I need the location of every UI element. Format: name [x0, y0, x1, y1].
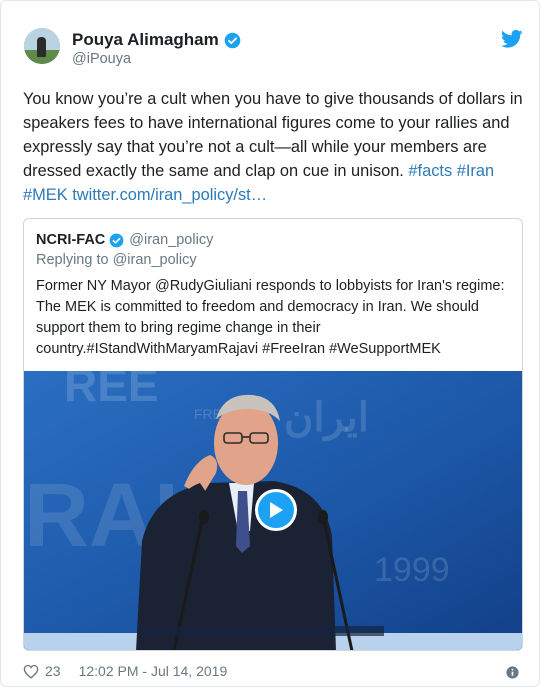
avatar-person — [37, 37, 46, 57]
replying-handle[interactable]: @iran_policy — [113, 252, 197, 268]
play-button[interactable] — [255, 489, 297, 531]
twitter-bird-icon[interactable] — [501, 29, 523, 49]
quote-header: NCRI-FAC @iran_policy — [36, 232, 213, 248]
author-name-row[interactable]: Pouya Alimagham — [72, 30, 241, 50]
verified-badge-icon — [224, 32, 241, 48]
hashtag-iran[interactable]: #Iran — [457, 162, 494, 180]
video-thumbnail[interactable]: REE ايران RAI 1999 FREE — [24, 371, 522, 650]
hashtag-facts[interactable]: #facts — [408, 162, 452, 180]
timestamp[interactable]: 12:02 PM - Jul 14, 2019 — [79, 663, 228, 679]
quoted-tweet[interactable]: NCRI-FAC @iran_policy Replying to @iran_… — [23, 218, 523, 651]
heart-icon[interactable] — [23, 664, 39, 679]
quote-handle[interactable]: @iran_policy — [129, 232, 213, 248]
svg-text:REE: REE — [64, 371, 159, 411]
replying-to: Replying to @iran_policy — [36, 252, 197, 268]
author-handle[interactable]: @iPouya — [72, 51, 131, 67]
tweet-body: You know you’re a cult when you have to … — [23, 87, 523, 207]
svg-text:1999: 1999 — [374, 551, 450, 589]
tweet-link[interactable]: twitter.com/iran_policy/st… — [72, 186, 267, 204]
info-icon[interactable] — [506, 666, 519, 679]
quote-display-name[interactable]: NCRI-FAC — [36, 232, 105, 248]
verified-badge-icon — [109, 233, 124, 247]
tweet-card: Pouya Alimagham @iPouya You know you’re … — [0, 0, 540, 687]
svg-text:ايران: ايران — [284, 396, 369, 442]
author-display-name[interactable]: Pouya Alimagham — [72, 30, 219, 50]
tweet-footer: 23 12:02 PM - Jul 14, 2019 — [23, 663, 227, 679]
replying-prefix: Replying to — [36, 252, 109, 268]
like-count[interactable]: 23 — [45, 663, 61, 679]
hashtag-mek[interactable]: #MEK — [23, 186, 68, 204]
quote-text: Former NY Mayor @RudyGiuliani responds t… — [36, 278, 505, 357]
author-avatar[interactable] — [24, 28, 60, 64]
play-icon — [270, 502, 283, 518]
